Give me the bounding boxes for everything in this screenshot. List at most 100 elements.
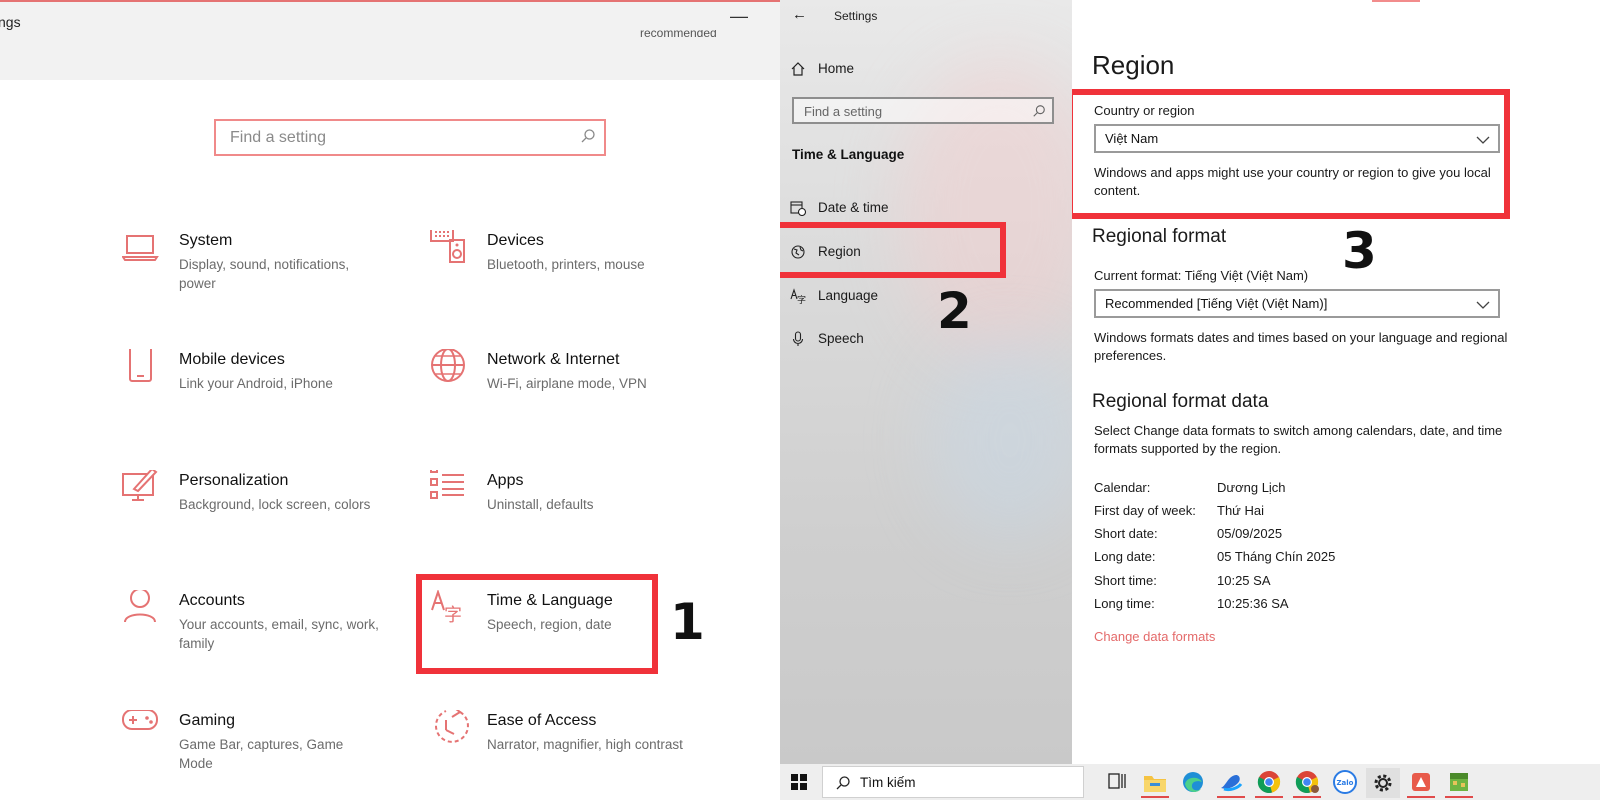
tile-desc: Your accounts, email, sync, work, family — [179, 617, 379, 651]
nav-date-time[interactable]: Date & time — [790, 196, 1060, 222]
recommended-label: recommended — [640, 30, 717, 40]
chrome-icon[interactable] — [1252, 768, 1286, 798]
tile-personalization[interactable]: Personalization Background, lock screen,… — [122, 467, 402, 550]
back-button[interactable]: ← — [792, 6, 807, 23]
settings-gear-icon[interactable] — [1366, 768, 1400, 798]
first-day-value: Thứ Hai — [1217, 503, 1264, 518]
globe-icon — [430, 348, 470, 389]
phone-icon — [122, 346, 162, 389]
laptop-icon — [121, 230, 162, 270]
tile-desc: Wi-Fi, airplane mode, VPN — [487, 376, 647, 391]
svg-text:字: 字 — [797, 294, 806, 304]
search-input[interactable]: Find a setting — [214, 119, 606, 156]
long-time-key: Long time: — [1094, 596, 1155, 611]
tile-desc: Narrator, magnifier, high contrast — [487, 737, 683, 752]
chrome-profile-icon[interactable] — [1290, 768, 1324, 798]
home-icon — [790, 61, 806, 77]
tile-desc: Display, sound, notifications, power — [179, 257, 350, 291]
language-icon: 字 — [790, 288, 806, 306]
tile-system[interactable]: System Display, sound, notifications, po… — [121, 230, 402, 310]
nav-label: Date & time — [818, 200, 889, 215]
settings-home-window: ngs — recommended Find a setting System … — [0, 0, 780, 800]
tile-apps[interactable]: Apps Uninstall, defaults — [430, 465, 710, 550]
current-format-label: Current format: Tiếng Việt (Việt Nam) — [1094, 268, 1309, 283]
tile-title: Gaming — [179, 712, 236, 729]
running-indicator — [1217, 796, 1245, 798]
format-data-heading: Regional format data — [1092, 391, 1269, 412]
zalo-icon[interactable]: Zalo — [1328, 768, 1362, 798]
windows-start-icon[interactable] — [790, 773, 808, 791]
tile-desc: Bluetooth, printers, mouse — [487, 257, 645, 272]
tile-network-internet[interactable]: Network & Internet Wi-Fi, airplane mode,… — [430, 348, 710, 429]
step-number-3: 3 — [1342, 222, 1377, 280]
task-view-icon[interactable] — [1100, 768, 1134, 798]
tile-mobile-devices[interactable]: Mobile devices Link your Android, iPhone — [122, 346, 402, 429]
highlight-box-time-language — [416, 574, 658, 674]
tile-title: Personalization — [179, 472, 289, 489]
long-date-value: 05 Tháng Chín 2025 — [1217, 549, 1336, 564]
first-day-key: First day of week: — [1094, 503, 1196, 518]
running-indicator — [1445, 796, 1473, 798]
nav-speech[interactable]: Speech — [790, 327, 1060, 353]
step-number-1: 1 — [670, 593, 705, 651]
taskbar-search[interactable]: Tìm kiếm — [822, 766, 1084, 798]
format-note: Windows formats dates and times based on… — [1094, 330, 1508, 363]
edge-icon[interactable] — [1176, 768, 1210, 798]
tile-devices[interactable]: Devices Bluetooth, printers, mouse — [430, 226, 710, 310]
regional-format-select[interactable]: Recommended [Tiếng Việt (Việt Nam)] — [1094, 289, 1500, 318]
file-explorer-icon[interactable] — [1138, 768, 1172, 798]
tile-ease-of-access[interactable]: Ease of Access Narrator, magnifier, high… — [430, 705, 710, 790]
svg-text:Zalo: Zalo — [1336, 779, 1353, 787]
search-icon — [580, 128, 596, 149]
tile-desc: Background, lock screen, colors — [179, 497, 371, 512]
calendar-clock-icon — [790, 200, 807, 217]
tile-desc: Uninstall, defaults — [487, 497, 594, 512]
settings-nav-pane: ← Settings Home Find a setting Time & La… — [780, 0, 1072, 764]
highlight-box-region — [780, 222, 1006, 278]
title-bar: ngs — recommended — [0, 0, 780, 80]
tile-gaming[interactable]: Gaming Game Bar, captures, Game Mode — [122, 709, 402, 790]
nav-search-input[interactable]: Find a setting — [792, 97, 1054, 124]
long-time-value: 10:25:36 SA — [1217, 596, 1289, 611]
search-icon — [835, 775, 851, 796]
minimize-button[interactable]: — — [730, 6, 748, 27]
tile-title: Devices — [487, 232, 544, 249]
taskbar: Tìm kiếm Zalo — [780, 764, 1600, 800]
running-indicator — [1293, 796, 1321, 798]
background-blur — [930, 340, 1072, 540]
apps-list-icon — [430, 465, 470, 510]
regional-format-heading: Regional format — [1092, 226, 1227, 247]
microphone-icon — [790, 331, 806, 347]
calendar-value: Dương Lịch — [1217, 480, 1286, 495]
calendar-key: Calendar: — [1094, 480, 1151, 495]
minecraft-icon[interactable] — [1442, 768, 1476, 798]
copilot-icon[interactable] — [1214, 768, 1248, 798]
tile-title: Ease of Access — [487, 712, 597, 729]
red-app-icon[interactable] — [1404, 768, 1438, 798]
short-date-key: Short date: — [1094, 526, 1158, 541]
search-icon — [1032, 104, 1046, 123]
tile-accounts[interactable]: Accounts Your accounts, email, sync, wor… — [122, 588, 402, 670]
short-time-value: 10:25 SA — [1217, 573, 1271, 588]
running-indicator — [1255, 796, 1283, 798]
nav-label: Home — [818, 61, 855, 76]
tile-title: Apps — [487, 472, 524, 489]
keyboard-speaker-icon — [430, 226, 470, 270]
step-number-2: 2 — [937, 282, 972, 340]
short-time-key: Short time: — [1094, 573, 1157, 588]
nav-home[interactable]: Home — [790, 57, 1060, 83]
page-title: Region — [1092, 50, 1175, 80]
tile-title: Accounts — [179, 592, 245, 609]
format-value: Recommended [Tiếng Việt (Việt Nam)] — [1105, 296, 1328, 311]
nav-language[interactable]: 字 Language — [790, 284, 1060, 310]
highlight-box-country — [1072, 89, 1510, 219]
search-placeholder: Find a setting — [804, 104, 883, 119]
running-indicator — [1141, 796, 1169, 798]
change-data-formats-link[interactable]: Change data formats — [1094, 629, 1215, 644]
tile-desc: Game Bar, captures, Game Mode — [179, 737, 344, 771]
tile-title: Network & Internet — [487, 351, 620, 368]
search-placeholder: Find a setting — [230, 129, 327, 146]
long-date-key: Long date: — [1094, 549, 1156, 564]
top-accent-line — [1372, 0, 1420, 2]
window-title: ngs — [0, 14, 21, 30]
